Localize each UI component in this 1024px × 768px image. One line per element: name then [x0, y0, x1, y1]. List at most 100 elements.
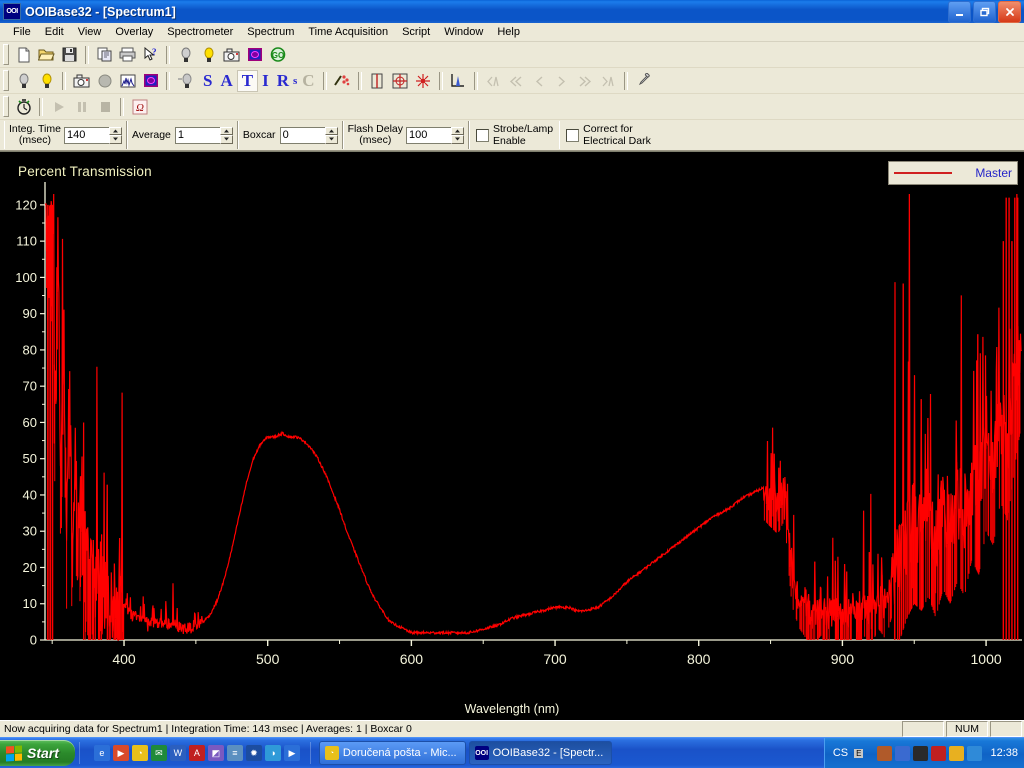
average-spin-up[interactable] [219, 126, 233, 135]
word-icon[interactable]: W [169, 745, 186, 761]
boxcar-spin-buttons[interactable] [324, 126, 338, 144]
electrical-dark-group[interactable]: Correct for Electrical Dark [559, 121, 657, 149]
spectrum-chart[interactable]: Percent Transmission Master 0 10 20 30 40 50 6… [0, 151, 1024, 720]
boxcar-input[interactable]: 0 [279, 126, 325, 144]
integrate-icon[interactable] [447, 70, 470, 92]
menu-item-overlay[interactable]: Overlay [108, 25, 160, 39]
toolbar-grip[interactable] [3, 44, 9, 65]
help-pointer-icon[interactable]: ? [139, 44, 162, 66]
electrical-dark-checkbox[interactable] [566, 128, 580, 142]
first-peak-icon[interactable] [482, 70, 505, 92]
satir-letter-r[interactable]: R [273, 71, 293, 91]
taskbar-item-1[interactable]: OOI OOIBase32 - [Spectr... [468, 741, 613, 765]
image-icon[interactable]: ◩ [207, 745, 224, 761]
next-icon[interactable] [551, 70, 574, 92]
menu-item-view[interactable]: View [71, 25, 109, 39]
satir-letter-s[interactable]: S [199, 71, 216, 91]
peaks-icon[interactable] [331, 70, 354, 92]
strobe-lamp-enable-group[interactable]: Strobe/Lamp Enable [469, 121, 559, 149]
notes-icon[interactable]: ≡ [226, 745, 243, 761]
folder-icon[interactable] [949, 745, 965, 761]
start-button[interactable]: Start [0, 740, 75, 766]
close-button[interactable] [998, 1, 1021, 23]
stop-icon[interactable] [93, 96, 116, 118]
integration-time-spin-buttons[interactable] [108, 126, 122, 144]
acrobat-icon[interactable]: A [188, 745, 205, 761]
boxcar-spin-down[interactable] [324, 135, 338, 144]
prev-icon[interactable] [528, 70, 551, 92]
gray-circle-icon[interactable] [93, 70, 116, 92]
taskbar-item-0[interactable]: ◔ Doručená pošta - Mic... [318, 741, 466, 765]
flash-delay-spin-down[interactable] [451, 135, 465, 144]
lamp-off-icon[interactable] [12, 70, 35, 92]
menu-item-script[interactable]: Script [395, 25, 437, 39]
network-icon[interactable] [877, 745, 893, 761]
copy-icon[interactable] [93, 44, 116, 66]
lamp-off-icon[interactable] [174, 44, 197, 66]
pause-icon[interactable] [70, 96, 93, 118]
menu-item-file[interactable]: File [6, 25, 38, 39]
toolbar-grip[interactable] [3, 70, 9, 91]
menu-item-edit[interactable]: Edit [38, 25, 71, 39]
integration-time-spin-up[interactable] [108, 126, 122, 135]
satir-letter-i[interactable]: I [258, 71, 273, 91]
eyedropper-icon[interactable] [632, 70, 655, 92]
integration-time-spin-down[interactable] [108, 135, 122, 144]
settings-icon[interactable]: ✹ [245, 745, 262, 761]
satir-letter-a[interactable]: A [216, 71, 236, 91]
average-input[interactable]: 1 [174, 126, 220, 144]
strobe-lamp-enable-checkbox[interactable] [476, 128, 490, 142]
display-icon[interactable] [895, 745, 911, 761]
internet-explorer-icon[interactable]: e [93, 745, 110, 761]
last-peak-icon[interactable] [597, 70, 620, 92]
target-blue-icon[interactable] [139, 70, 162, 92]
save-file-icon[interactable] [58, 44, 81, 66]
clock-icon[interactable]: ◔ [131, 745, 148, 761]
print-icon[interactable] [116, 44, 139, 66]
grid-icon[interactable] [389, 70, 412, 92]
menu-item-spectrum[interactable]: Spectrum [240, 25, 301, 39]
play-icon[interactable] [47, 96, 70, 118]
average-spin-buttons[interactable] [219, 126, 233, 144]
integration-time-input[interactable]: 140 [63, 126, 109, 144]
colors-icon[interactable] [931, 745, 947, 761]
camera-icon[interactable] [220, 44, 243, 66]
open-file-icon[interactable] [35, 44, 58, 66]
mail-icon[interactable]: ✉ [150, 745, 167, 761]
lamp-on-icon[interactable] [35, 70, 58, 92]
menu-item-window[interactable]: Window [437, 25, 490, 39]
satir-letter-t[interactable]: T [236, 69, 259, 92]
menu-item-help[interactable]: Help [490, 25, 527, 39]
menu-item-spectrometer[interactable]: Spectrometer [160, 25, 240, 39]
omega-icon[interactable]: Ω [128, 96, 151, 118]
new-file-icon[interactable] [12, 44, 35, 66]
lamp-on-icon[interactable] [197, 44, 220, 66]
restore-button[interactable] [973, 1, 996, 23]
go-green-icon[interactable]: GO [266, 44, 289, 66]
spectrum-graph-icon[interactable] [116, 70, 139, 92]
browser2-icon[interactable]: ◑ [264, 745, 281, 761]
minimize-button[interactable] [948, 1, 971, 23]
menu-item-time-acquisition[interactable]: Time Acquisition [301, 25, 395, 39]
satir-letter-c[interactable]: C [298, 71, 318, 91]
fast-forward-icon[interactable] [574, 70, 597, 92]
boxcar-spin-up[interactable] [324, 126, 338, 135]
flash-delay-spin-up[interactable] [451, 126, 465, 135]
lamp-strike-icon[interactable] [174, 70, 197, 92]
camera-icon[interactable] [70, 70, 93, 92]
average-spin-down[interactable] [219, 135, 233, 144]
autoscale-icon[interactable] [412, 70, 435, 92]
boxcar-stepper[interactable]: 0 [279, 126, 338, 144]
vertical-cursor-icon[interactable] [366, 70, 389, 92]
language-indicator[interactable]: CS E [833, 747, 864, 759]
media-player-icon[interactable]: ▶ [112, 745, 129, 761]
toolbar-grip[interactable] [3, 96, 9, 117]
integration-time-stepper[interactable]: 140 [63, 126, 122, 144]
play-circle-icon[interactable]: ▶ [283, 745, 300, 761]
volume-icon[interactable] [913, 745, 929, 761]
flash-delay-spin-buttons[interactable] [451, 126, 465, 144]
rewind-icon[interactable] [505, 70, 528, 92]
flash-delay-input[interactable]: 100 [406, 126, 452, 144]
target-blue-icon[interactable] [243, 44, 266, 66]
flash-delay-stepper[interactable]: 100 [406, 126, 465, 144]
